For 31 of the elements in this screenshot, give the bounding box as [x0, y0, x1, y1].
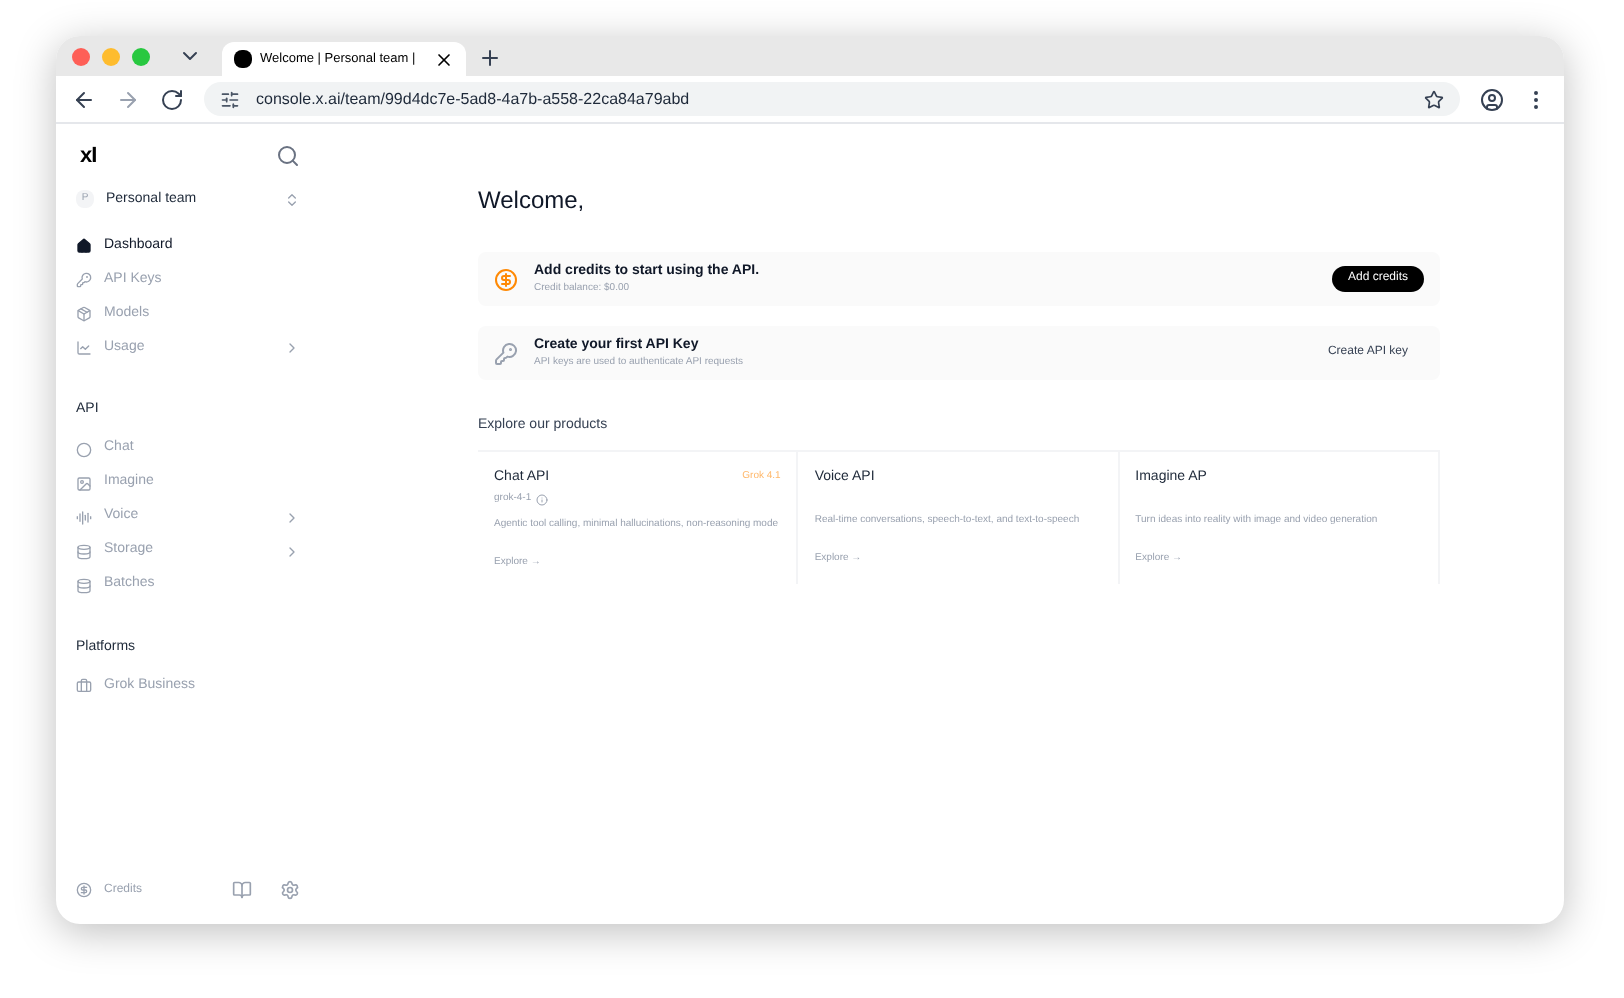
waveform-icon: [76, 509, 92, 525]
profile-icon[interactable]: [1480, 87, 1504, 111]
logo[interactable]: xI: [80, 140, 97, 173]
settings-icon[interactable]: [280, 880, 300, 900]
search-icon[interactable]: [276, 144, 300, 169]
forward-icon[interactable]: [116, 87, 140, 111]
site-settings-icon[interactable]: [220, 89, 240, 109]
back-icon[interactable]: [72, 87, 96, 111]
image-icon: [76, 475, 92, 491]
home-icon: [76, 238, 92, 254]
close-tab-icon[interactable]: [434, 49, 454, 69]
welcome-heading: Welcome,: [478, 184, 587, 218]
database-icon: [76, 543, 92, 559]
box-icon: [76, 306, 92, 322]
book-icon[interactable]: [232, 880, 252, 900]
database-icon: [76, 577, 92, 593]
chevrons-icon: [284, 191, 300, 208]
info-icon: [535, 493, 548, 506]
reload-icon[interactable]: [160, 87, 184, 111]
credits-icon: [76, 882, 92, 898]
favicon-icon: [234, 50, 252, 68]
address-bar[interactable]: console.x.ai/team/99d4dc7e-5ad8-4a7b-a558-22ca84a79abd: [204, 82, 1460, 116]
chart-icon: [76, 340, 92, 356]
key-icon: [76, 272, 92, 288]
coin-icon: [494, 267, 518, 291]
url-text: console.x.ai/team/99d4dc7e-5ad8-4a7b-a558-22ca84a79abd: [256, 87, 692, 111]
circle-icon: [76, 441, 92, 457]
bookmark-star-icon[interactable]: [1424, 89, 1444, 109]
briefcase-icon: [76, 678, 92, 694]
key-icon: [494, 341, 518, 365]
new-tab-icon[interactable]: [478, 46, 502, 70]
